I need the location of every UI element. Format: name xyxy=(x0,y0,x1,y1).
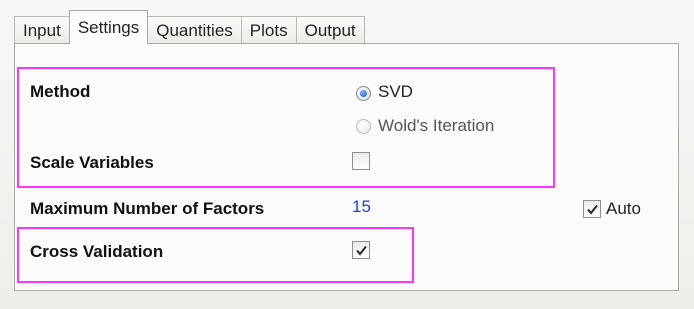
tab-settings[interactable]: Settings xyxy=(68,10,149,44)
cross-validation-checkbox[interactable] xyxy=(352,241,370,259)
auto-checkbox[interactable] xyxy=(583,200,601,218)
tab-output[interactable]: Output xyxy=(295,16,365,44)
tab-quantities-label: Quantities xyxy=(156,21,233,40)
checkmark-icon xyxy=(356,245,367,256)
scale-variables-checkbox[interactable] xyxy=(352,152,370,170)
radio-wolds-iteration[interactable] xyxy=(356,119,371,134)
tab-quantities[interactable]: Quantities xyxy=(147,16,242,44)
tab-output-label: Output xyxy=(304,21,356,40)
tab-bar: Input Settings Quantities Plots Output xyxy=(14,10,365,44)
radio-wolds-iteration-label[interactable]: Wold's Iteration xyxy=(378,116,494,136)
settings-dialog: Input Settings Quantities Plots Output M… xyxy=(0,0,694,309)
radio-svd[interactable] xyxy=(356,86,371,101)
tab-input[interactable]: Input xyxy=(14,16,70,44)
method-label: Method xyxy=(30,82,91,101)
max-factors-value[interactable]: 15 xyxy=(352,197,371,217)
scale-variables-label: Scale Variables xyxy=(30,153,154,172)
max-factors-label: Maximum Number of Factors xyxy=(30,199,265,218)
cross-validation-label: Cross Validation xyxy=(30,242,164,261)
tab-input-label: Input xyxy=(23,21,61,40)
tab-settings-label: Settings xyxy=(77,18,140,37)
tab-plots-label: Plots xyxy=(249,21,288,40)
tab-plots[interactable]: Plots xyxy=(240,16,297,44)
checkmark-icon xyxy=(587,204,598,215)
radio-svd-label[interactable]: SVD xyxy=(378,82,413,102)
auto-label[interactable]: Auto xyxy=(606,199,641,219)
